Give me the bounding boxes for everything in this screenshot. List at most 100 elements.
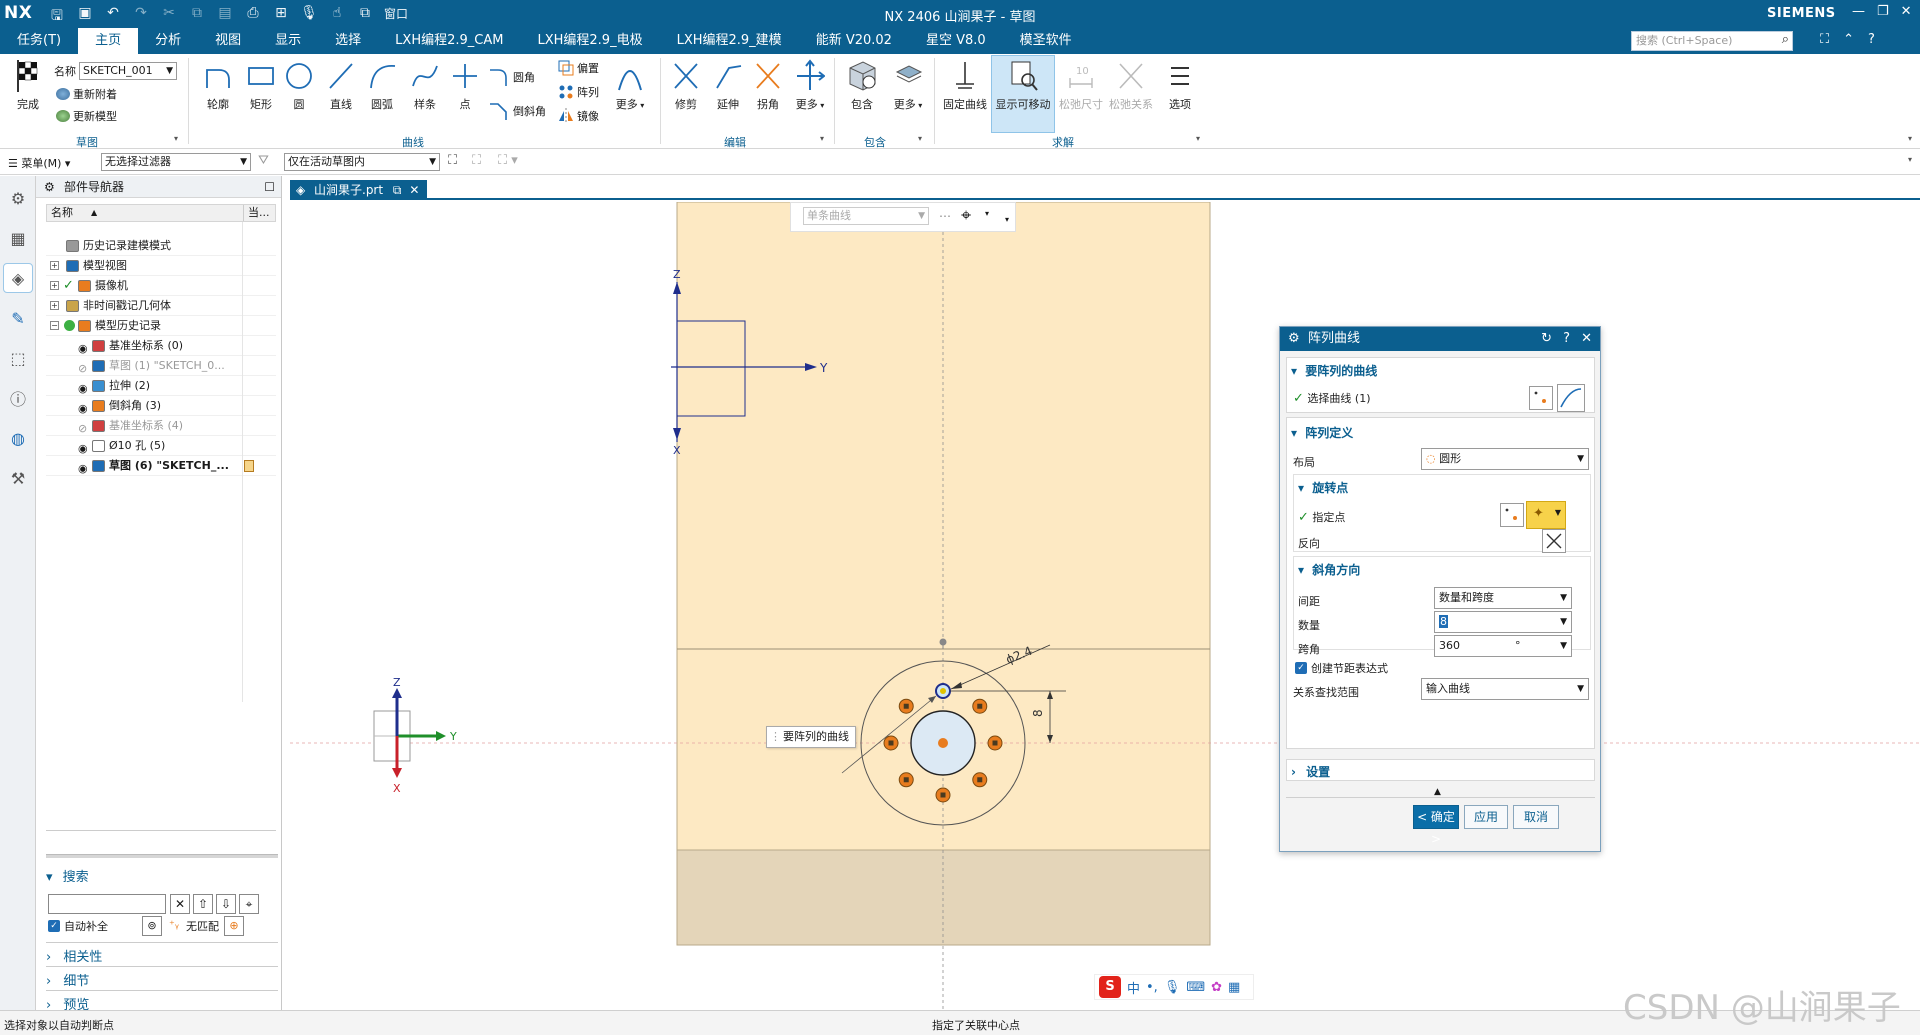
edit-tool-0-button[interactable]: 修剪 (668, 58, 704, 112)
window-menu[interactable]: 窗口 (384, 5, 408, 29)
select-curve-row[interactable]: ✓ 选择曲线 (1) (1293, 390, 1370, 406)
help-icon[interactable]: ? (1868, 32, 1875, 47)
offset-button[interactable]: 偏置 (558, 60, 599, 76)
part-navigator-icon[interactable]: ◈ (3, 263, 33, 293)
selection-toolbar-expander[interactable]: ▾ (1908, 155, 1912, 164)
ime-keyboard-icon[interactable]: ⌨ (1186, 980, 1205, 995)
menu-tab-11[interactable]: 模圣软件 (1003, 28, 1089, 54)
curve-tool-5-button[interactable]: 样条 (407, 58, 443, 112)
command-search-input[interactable]: 搜索 (Ctrl+Space) ⌕ (1631, 31, 1793, 51)
create-expression-row[interactable]: ✓ 创建节距表达式 (1295, 660, 1388, 676)
menu-tab-2[interactable]: 分析 (138, 28, 198, 54)
menu-tab-10[interactable]: 星空 V8.0 (909, 28, 1003, 54)
copy-icon[interactable]: ⧉ (188, 5, 206, 29)
pattern-curve-button[interactable]: 阵列 (558, 84, 599, 100)
details-section-header[interactable]: › 细节 (46, 970, 278, 989)
curve-tool-3-button[interactable]: 直线 (323, 58, 359, 112)
curve-icon[interactable] (1557, 384, 1585, 412)
finish-sketch-button[interactable]: 完成 (8, 58, 48, 112)
maximize-panel-icon[interactable]: ☐ (264, 176, 275, 198)
relation-scope-select[interactable]: 输入曲线 ▼ (1421, 678, 1589, 700)
collapse-dialog-icon[interactable]: ▲ (1434, 787, 1441, 797)
dialog-help-icon[interactable]: ? (1563, 327, 1570, 351)
options-button[interactable]: 选项 (1164, 58, 1196, 112)
menu-tab-5[interactable]: 选择 (318, 28, 378, 54)
show-movable-button[interactable]: 显示可移动 (991, 55, 1055, 133)
ime-grid-icon[interactable]: ▦ (1228, 980, 1240, 995)
curve-tool-0-button[interactable]: 轮廓 (200, 58, 236, 112)
autocomplete-checkbox[interactable]: ✓ (48, 920, 60, 932)
create-expression-checkbox[interactable]: ✓ (1295, 662, 1307, 674)
settings-icon[interactable]: ⚙ (4, 184, 32, 212)
curves-section-header[interactable]: ▾ 要阵列的曲线 (1291, 362, 1377, 379)
search-up-icon[interactable]: ⇧ (193, 894, 213, 914)
ime-lang[interactable]: 中 (1127, 978, 1140, 997)
group-solve-expander[interactable]: ▾ (1196, 134, 1200, 143)
search-filter-icon[interactable]: ⊚ (142, 916, 162, 936)
inferred-point-icon[interactable]: ✦ ▼ (1526, 501, 1566, 529)
clear-search-icon[interactable]: ✕ (170, 894, 190, 914)
expand-icon[interactable]: + (50, 301, 59, 310)
cancel-button[interactable]: 取消 (1513, 805, 1559, 829)
window-icon[interactable]: ⧉ (356, 5, 374, 29)
reuse-library-icon[interactable]: ⬚ (4, 344, 32, 372)
relax-dimension-button[interactable]: 10 松弛尺寸 (1058, 58, 1104, 112)
edit-more-button[interactable]: 更多 ▾ (792, 58, 828, 112)
fixed-curve-button[interactable]: 固定曲线 (942, 58, 988, 112)
relax-relation-button[interactable]: 松弛关系 (1108, 58, 1154, 112)
menu-tab-9[interactable]: 能新 V20.02 (799, 28, 909, 54)
redo-icon[interactable]: ↷ (132, 5, 150, 29)
navigator-search-input[interactable] (48, 894, 166, 914)
fullscreen-icon[interactable]: ⛶ (1820, 32, 1829, 47)
fillet-button[interactable]: 圆角 (488, 66, 535, 88)
tab-close-icon[interactable]: ✕ (409, 183, 419, 197)
search-down-icon[interactable]: ⇩ (216, 894, 236, 914)
group-include-expander[interactable]: ▾ (918, 134, 922, 143)
expand-icon[interactable]: + (50, 281, 59, 290)
span-input[interactable]: 360 ° ▼ (1434, 635, 1572, 657)
print-icon[interactable]: ⎙ (244, 5, 262, 29)
sort-icon[interactable]: ▲ (91, 205, 97, 221)
tools-icon[interactable]: ⚒ (4, 464, 32, 492)
web-browser-icon[interactable]: ◍ (4, 424, 32, 452)
part-file-tab[interactable]: ◈ 山涧果子.prt ⧉ ✕ (290, 180, 428, 200)
sketch-viewport[interactable]: Y Z X ϕ2.4 8 Y Z X (290, 202, 1920, 1009)
angle-direction-header[interactable]: ▾ 斜角方向 (1298, 561, 1360, 578)
select-icon-1[interactable]: ⛶ (448, 153, 457, 168)
apply-button[interactable]: 应用 (1464, 805, 1508, 829)
curve-more-button[interactable]: 更多 ▾ (612, 58, 648, 112)
graphics-window[interactable]: Y Z X ϕ2.4 8 Y Z X 单条曲线 ▼ ⋯ ⌖ ▾ ▾ ⋮ 要阵列的… (290, 202, 1920, 1009)
ribbon-expander[interactable]: ▾ (1908, 134, 1912, 143)
snap-icon[interactable]: ⊞ (272, 5, 290, 29)
specify-point-row[interactable]: ✓ 指定点 (1298, 509, 1345, 525)
match-icon[interactable]: ⁺ᵧ (164, 916, 184, 936)
spacing-select[interactable]: 数量和跨度 ▼ (1434, 587, 1572, 609)
collapse-ribbon-icon[interactable]: ⌃ (1843, 32, 1854, 47)
point-dialog-icon[interactable] (1500, 503, 1524, 527)
save-icon[interactable]: 🖫 (48, 5, 66, 29)
paste-icon[interactable]: ▤ (216, 5, 234, 29)
expand-icon[interactable]: + (50, 261, 59, 270)
sketch-name-select[interactable]: SKETCH_001 ▼ (79, 62, 177, 80)
curve-tool-6-button[interactable]: 点 (447, 58, 483, 112)
dialog-close-icon[interactable]: ✕ (1581, 327, 1592, 351)
pivot-header[interactable]: ▾ 旋转点 (1298, 479, 1348, 496)
group-sketch-expander[interactable]: ▾ (174, 134, 178, 143)
pattern-definition-header[interactable]: ▾ 阵列定义 (1291, 424, 1353, 441)
ok-button[interactable]: < 确定 > (1413, 805, 1459, 846)
ime-mic-icon[interactable]: 🎙 (1164, 980, 1181, 995)
save-all-icon[interactable]: ▣ (76, 5, 94, 29)
match-options-icon[interactable]: ⊕ (224, 916, 244, 936)
minimize-icon[interactable]: — (1852, 4, 1865, 19)
group-edit-expander[interactable]: ▾ (820, 134, 824, 143)
update-model-button[interactable]: 更新模型 (56, 108, 117, 124)
assembly-navigator-icon[interactable]: ▦ (4, 224, 32, 252)
mirror-curve-button[interactable]: 镜像 (558, 108, 599, 124)
snap-point-icon[interactable]: ⌖ (961, 205, 971, 226)
dialog-reset-icon[interactable]: ↻ (1541, 327, 1552, 351)
layout-select[interactable]: ◌ 圆形 ▼ (1421, 448, 1589, 470)
edit-tool-1-button[interactable]: 延伸 (710, 58, 746, 112)
column-name[interactable]: 名称 (51, 205, 73, 221)
column-current[interactable]: 当... (243, 205, 270, 221)
expand-icon[interactable]: − (50, 321, 59, 330)
